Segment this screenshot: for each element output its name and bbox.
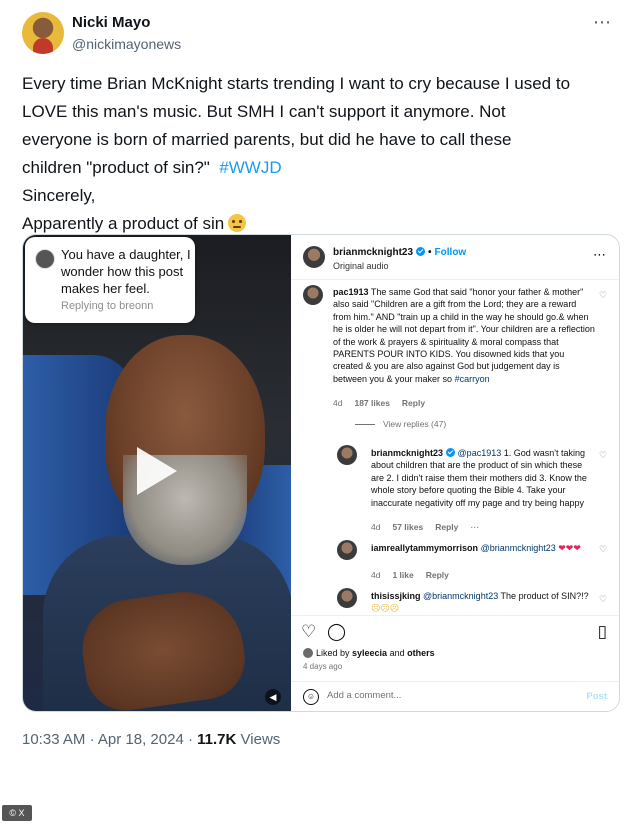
like-comment-heart-icon[interactable]: ♡ bbox=[599, 595, 607, 604]
reply-mention[interactable]: @brianmcknight23 bbox=[423, 591, 498, 601]
liker-avatar bbox=[303, 648, 313, 658]
x-copyright-badge: © X bbox=[2, 805, 32, 821]
reply-mention[interactable]: @brianmcknight23 bbox=[481, 543, 556, 553]
liked-by-user[interactable]: syleecia bbox=[352, 648, 387, 658]
verified-badge-icon bbox=[446, 448, 456, 457]
play-icon[interactable] bbox=[137, 447, 177, 495]
like-comment-heart-icon[interactable]: ♡ bbox=[599, 545, 607, 554]
follow-button[interactable]: Follow bbox=[435, 247, 467, 258]
author-handle[interactable]: @nickimayonews bbox=[72, 36, 181, 52]
view-replies-link[interactable]: View replies (47) bbox=[355, 419, 446, 429]
tweet-signature: Apparently a product of sin bbox=[22, 214, 225, 233]
reply-username[interactable]: brianmcknight23 bbox=[371, 448, 443, 458]
original-audio-link[interactable]: Original audio bbox=[333, 261, 389, 271]
tweet-date[interactable]: Apr 18, 2024 bbox=[98, 731, 184, 748]
tweet-time[interactable]: 10:33 AM bbox=[22, 731, 85, 748]
views-label: Views bbox=[240, 731, 281, 748]
overlay-replying-to: Replying to breonn bbox=[61, 300, 154, 312]
frowning-face-emoji-icon: ☹☹☹ bbox=[371, 603, 400, 614]
liked-by-others[interactable]: others bbox=[407, 648, 435, 658]
post-comment-button[interactable]: Post bbox=[586, 691, 607, 702]
tweet-text: Every time Brian McKnight starts trendin… bbox=[22, 70, 617, 238]
mute-icon[interactable]: ◀ bbox=[265, 689, 281, 705]
comment-bubble-icon[interactable]: ◯ bbox=[327, 622, 346, 642]
liked-by-and: and bbox=[387, 648, 408, 658]
instagram-comments-pane: brianmcknight23 • Follow Original audio ⋯ … bbox=[291, 235, 619, 711]
reply-avatar[interactable] bbox=[337, 540, 357, 560]
post-age: 4 days ago bbox=[303, 662, 343, 671]
add-comment-input[interactable] bbox=[327, 690, 557, 701]
reply-text: The product of SIN?!? bbox=[498, 591, 589, 601]
poster-avatar[interactable] bbox=[303, 246, 325, 268]
tweet-text-line: Every time Brian McKnight starts trendin… bbox=[22, 74, 571, 93]
reply-avatar[interactable] bbox=[337, 445, 357, 465]
comment-meta: 4d 187 likes Reply bbox=[333, 398, 437, 408]
tweet-text-line: children "product of sin?" #WWJD bbox=[22, 154, 617, 182]
like-post-heart-icon[interactable]: ♡ bbox=[301, 622, 316, 642]
reply-brianmcknight23: brianmcknight23 @pac1913 1. God wasn't t… bbox=[371, 447, 593, 509]
views-count: 11.7K bbox=[197, 731, 237, 748]
verified-badge-icon bbox=[416, 247, 426, 256]
more-options-icon[interactable]: ⋯ bbox=[593, 12, 612, 33]
like-comment-heart-icon[interactable]: ♡ bbox=[599, 451, 607, 460]
like-comment-heart-icon[interactable]: ♡ bbox=[599, 291, 607, 300]
commenter-avatar[interactable] bbox=[303, 285, 323, 305]
reply-button[interactable]: Reply bbox=[435, 522, 458, 532]
bookmark-icon[interactable]: ▯ bbox=[598, 622, 607, 642]
author-display-name[interactable]: Nicki Mayo bbox=[72, 14, 150, 31]
disappointed-face-icon bbox=[228, 214, 247, 232]
reply-more-icon[interactable]: ⋯ bbox=[470, 522, 479, 532]
reply-age: 4d bbox=[371, 570, 381, 580]
reply-thisissjking: thisissjking @brianmcknight23 The produc… bbox=[371, 590, 593, 615]
post-actions-bar: ♡ ◯ ▯ Liked by syleecia and others 4 day… bbox=[291, 615, 619, 676]
add-comment-bar: ☺ Post bbox=[291, 681, 619, 711]
emoji-picker-icon[interactable]: ☺ bbox=[303, 689, 319, 705]
author-avatar[interactable] bbox=[22, 12, 64, 54]
poster-handle[interactable]: brianmcknight23 bbox=[333, 247, 413, 258]
reply-button[interactable]: Reply bbox=[402, 398, 425, 408]
reply-age: 4d bbox=[371, 522, 381, 532]
separator-dot: · bbox=[89, 731, 95, 748]
comment-pac1913: pac1913 The same God that said "honor yo… bbox=[333, 286, 595, 385]
tweet-text-fragment: children "product of sin?" bbox=[22, 158, 210, 177]
separator-dot: • bbox=[428, 247, 432, 258]
commenter-avatar bbox=[35, 249, 55, 269]
reply-mention[interactable]: @pac1913 bbox=[458, 448, 502, 458]
post-more-icon[interactable]: ⋯ bbox=[593, 247, 607, 263]
poster-handle-row: brianmcknight23 • Follow bbox=[333, 247, 466, 258]
comment-hashtag[interactable]: #carryon bbox=[455, 374, 490, 384]
reply-likes[interactable]: 1 like bbox=[392, 570, 413, 580]
video-player[interactable]: ◀ You have a daughter, I wonder how this… bbox=[23, 235, 291, 711]
comment-username[interactable]: pac1913 bbox=[333, 287, 369, 297]
tweet-footer: 10:33 AM · Apr 18, 2024 · 11.7K Views bbox=[22, 731, 280, 748]
comment-age: 4d bbox=[333, 398, 343, 408]
reply-avatar[interactable] bbox=[337, 588, 357, 608]
comment-likes[interactable]: 187 likes bbox=[354, 398, 389, 408]
reply-iamreallytammymorrison: iamreallytammymorrison @brianmcknight23 … bbox=[371, 542, 593, 554]
instagram-post-header: brianmcknight23 • Follow Original audio ⋯ bbox=[291, 235, 619, 280]
reply-username[interactable]: iamreallytammymorrison bbox=[371, 543, 478, 553]
reply-meta: 4d 1 like Reply bbox=[371, 570, 461, 580]
liked-by-prefix: Liked by bbox=[316, 648, 353, 658]
media-card[interactable]: ◀ You have a daughter, I wonder how this… bbox=[22, 234, 620, 712]
reply-username[interactable]: thisissjking bbox=[371, 591, 421, 601]
hashtag-link[interactable]: #WWJD bbox=[219, 158, 281, 177]
liked-by-text: Liked by syleecia and others bbox=[303, 648, 435, 658]
comment-overlay: You have a daughter, I wonder how this p… bbox=[25, 237, 195, 323]
tweet-signoff: Sincerely, bbox=[22, 186, 96, 205]
comment-text: The same God that said "honor your fathe… bbox=[333, 287, 595, 384]
reply-button[interactable]: Reply bbox=[426, 570, 449, 580]
separator-dot: · bbox=[187, 731, 193, 748]
tweet-text-line: everyone is born of married parents, but… bbox=[22, 130, 512, 149]
overlay-comment-text: You have a daughter, I wonder how this p… bbox=[61, 247, 191, 296]
red-heart-emoji-icon: ❤❤❤ bbox=[558, 543, 581, 553]
tweet-header: Nicki Mayo @nickimayonews ⋯ bbox=[22, 12, 612, 60]
reply-likes[interactable]: 57 likes bbox=[392, 522, 423, 532]
reply-meta: 4d 57 likes Reply ⋯ bbox=[371, 522, 491, 533]
tweet-text-line: LOVE this man's music. But SMH I can't s… bbox=[22, 102, 506, 121]
